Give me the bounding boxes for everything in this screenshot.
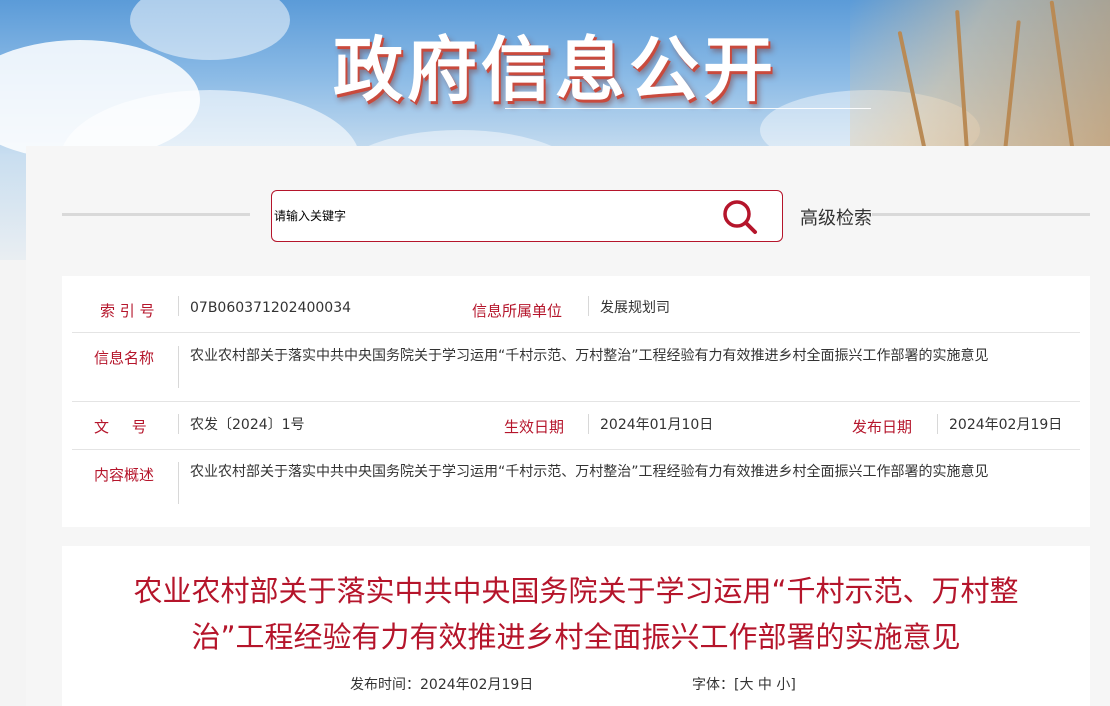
article-title: 农业农村部关于落实中共中央国务院关于学习运用“千村示范、万村整治”工程经验有力有…: [133, 574, 1019, 654]
info-name-label: 信息名称: [94, 349, 155, 367]
info-name-value: 农业农村部关于落实中共中央国务院关于学习运用“千村示范、万村整治”工程经验有力有…: [190, 348, 989, 364]
publish-time-value: 2024年02月19日: [420, 677, 534, 693]
index-number-label: 索 引 号: [100, 302, 155, 320]
publish-time: 发布时间：2024年02月19日: [350, 674, 533, 694]
font-small-button[interactable]: 小: [776, 677, 790, 693]
row-divider: [72, 332, 1080, 333]
search-box: [271, 190, 783, 242]
column-divider: [178, 414, 179, 434]
effective-date-label: 生效日期: [504, 418, 565, 436]
row-divider: [72, 449, 1080, 450]
column-divider: [178, 462, 179, 504]
advanced-search-link[interactable]: 高级检索: [800, 204, 872, 230]
font-bracket-close: ]: [790, 677, 796, 693]
title-divider: [505, 108, 871, 109]
search-right-divider: [872, 213, 1090, 216]
summary-value: 农业农村部关于落实中共中央国务院关于学习运用“千村示范、万村整治”工程经验有力有…: [190, 464, 989, 480]
banner-title: 政府信息公开: [333, 29, 777, 111]
summary-label: 内容概述: [94, 466, 155, 484]
font-size-controls: 字体：[大 中 小]: [692, 674, 796, 694]
effective-date-value: 2024年01月10日: [600, 417, 714, 433]
font-medium-button[interactable]: 中: [758, 677, 772, 693]
publish-date-value: 2024年02月19日: [949, 417, 1063, 433]
document-info-table: 索 引 号 07B060371202400034 信息所属单位 发展规划司 信息…: [62, 276, 1090, 527]
document-number-value: 农发〔2024〕1号: [190, 417, 305, 433]
search-left-divider: [62, 213, 250, 216]
font-large-button[interactable]: 大: [739, 677, 753, 693]
column-divider: [588, 414, 589, 434]
publish-date-label: 发布日期: [852, 418, 913, 436]
search-input[interactable]: [274, 203, 704, 229]
column-divider: [588, 296, 589, 316]
document-number-label: 文 号: [94, 418, 147, 436]
column-divider: [937, 414, 938, 434]
issuing-unit-value: 发展规划司: [600, 300, 670, 316]
issuing-unit-label: 信息所属单位: [472, 302, 563, 320]
column-divider: [178, 296, 179, 316]
search-icon[interactable]: [720, 197, 760, 237]
column-divider: [178, 346, 179, 388]
font-size-label: 字体：: [692, 677, 734, 693]
article-card: 农业农村部关于落实中共中央国务院关于学习运用“千村示范、万村整治”工程经验有力有…: [62, 546, 1090, 706]
row-divider: [72, 401, 1080, 402]
index-number-value: 07B060371202400034: [190, 300, 352, 316]
publish-time-label: 发布时间：: [350, 677, 420, 693]
